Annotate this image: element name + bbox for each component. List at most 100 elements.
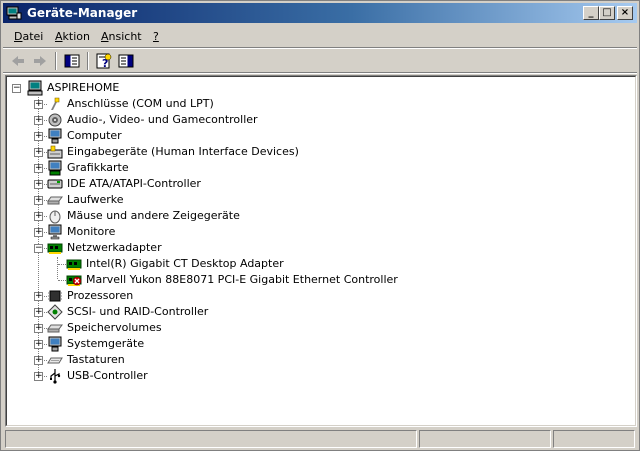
network-card-error-icon: [66, 275, 82, 286]
keyboard-icon: [47, 357, 63, 364]
disk-drive-icon: [47, 196, 63, 205]
processor-icon: [48, 290, 62, 302]
back-arrow-icon[interactable]: [9, 52, 27, 70]
tree-item-label: Speichervolumes: [67, 321, 162, 334]
tree-item-label: IDE ATA/ATAPI-Controller: [67, 177, 201, 190]
menu-separator: [3, 47, 637, 49]
mouse-icon: [49, 210, 61, 224]
ide-controller-icon: [47, 179, 63, 189]
computer-icon: [48, 128, 62, 144]
status-cell-main: [5, 430, 417, 448]
device-tree[interactable]: − ASPIREHOME + Anschlüsse (COM und LPT) + A…: [5, 75, 637, 427]
expand-expander[interactable]: +: [34, 212, 43, 221]
device-manager-icon: [6, 6, 22, 20]
expand-expander[interactable]: +: [34, 180, 43, 189]
expand-expander[interactable]: +: [34, 116, 43, 125]
tree-item[interactable]: + Audio-, Video- und Gamecontroller: [7, 112, 607, 128]
tree-item-label: Prozessoren: [67, 289, 134, 302]
audio-icon: [48, 113, 62, 127]
tree-item[interactable]: + SCSI- und RAID-Controller: [7, 304, 607, 320]
minimize-button[interactable]: _: [583, 6, 599, 20]
expand-expander[interactable]: +: [34, 196, 43, 205]
menu-ansicht[interactable]: Ansicht: [101, 30, 142, 43]
scsi-icon: [47, 304, 63, 320]
tree-item[interactable]: + USB-Controller: [7, 368, 607, 384]
window-title: Geräte-Manager: [27, 6, 138, 20]
tree-item[interactable]: + Speichervolumes: [7, 320, 607, 336]
tree-child-label: Intel(R) Gigabit CT Desktop Adapter: [86, 257, 284, 270]
expand-expander[interactable]: +: [34, 228, 43, 237]
expand-expander[interactable]: +: [34, 164, 43, 173]
tree-item-label: Computer: [67, 129, 122, 142]
tree-item-label: Mäuse und andere Zeigegeräte: [67, 209, 240, 222]
title-bar[interactable]: Geräte-Manager _ □ ×: [3, 3, 637, 23]
expand-expander[interactable]: +: [34, 100, 43, 109]
device-manager-window: Geräte-Manager _ □ × Datei Aktion Ansich…: [0, 0, 640, 451]
show-hide-action-pane-icon[interactable]: [117, 52, 135, 70]
computer-icon: [27, 80, 43, 96]
tree-item[interactable]: + Prozessoren: [7, 288, 607, 304]
tree-item[interactable]: − Netzwerkadapter: [7, 240, 607, 256]
collapse-expander[interactable]: −: [34, 244, 43, 253]
hid-icon: [47, 145, 63, 159]
tree-item[interactable]: + Eingabegeräte (Human Interface Devices): [7, 144, 607, 160]
usb-icon: [50, 369, 61, 384]
tree-root[interactable]: − ASPIREHOME: [7, 80, 607, 96]
help-properties-icon[interactable]: ?: [95, 52, 113, 70]
tree-item[interactable]: + Computer: [7, 128, 607, 144]
display-adapter-icon: [48, 160, 62, 176]
tree-child-item[interactable]: Marvell Yukon 88E8071 PCI-E Gigabit Ethe…: [7, 272, 607, 288]
tree-connector: [58, 264, 66, 265]
menu-bar: Datei Aktion Ansicht ?: [3, 25, 637, 47]
port-icon: [51, 97, 60, 110]
tree-item-label: SCSI- und RAID-Controller: [67, 305, 209, 318]
menu-help[interactable]: ?: [153, 30, 159, 43]
expand-expander[interactable]: +: [34, 340, 43, 349]
tree-item-label: Grafikkarte: [67, 161, 129, 174]
status-cell-2: [419, 430, 551, 448]
tree-child-label: Marvell Yukon 88E8071 PCI-E Gigabit Ethe…: [86, 273, 398, 286]
tree-item[interactable]: + Systemgeräte: [7, 336, 607, 352]
close-button[interactable]: ×: [617, 6, 633, 20]
device-tree-inner: − ASPIREHOME + Anschlüsse (COM und LPT) + A…: [6, 76, 636, 426]
tree-item[interactable]: + Tastaturen: [7, 352, 607, 368]
tree-item-label: Anschlüsse (COM und LPT): [67, 97, 214, 110]
tree-item-label: Eingabegeräte (Human Interface Devices): [67, 145, 299, 158]
expand-expander[interactable]: +: [34, 308, 43, 317]
tree-item[interactable]: + Mäuse und andere Zeigegeräte: [7, 208, 607, 224]
tree-item-label: Tastaturen: [67, 353, 125, 366]
tree-item[interactable]: + Grafikkarte: [7, 160, 607, 176]
network-adapter-icon: [47, 243, 63, 254]
tree-item[interactable]: + IDE ATA/ATAPI-Controller: [7, 176, 607, 192]
maximize-button[interactable]: □: [599, 6, 615, 20]
tree-item-label: Netzwerkadapter: [67, 241, 162, 254]
expand-expander[interactable]: +: [34, 356, 43, 365]
toolbar-separator: [55, 52, 57, 70]
toolbar-separator: [87, 52, 89, 70]
toolbar: ?: [3, 50, 637, 72]
monitor-icon: [48, 224, 62, 240]
tree-item-label: USB-Controller: [67, 369, 148, 382]
tree-item[interactable]: + Monitore: [7, 224, 607, 240]
collapse-expander[interactable]: −: [12, 84, 21, 93]
expand-expander[interactable]: +: [34, 132, 43, 141]
system-device-icon: [48, 336, 62, 352]
expand-expander[interactable]: +: [34, 324, 43, 333]
expand-expander[interactable]: +: [34, 148, 43, 157]
tree-item[interactable]: + Laufwerke: [7, 192, 607, 208]
expand-expander[interactable]: +: [34, 292, 43, 301]
tree-item-label: Systemgeräte: [67, 337, 145, 350]
forward-arrow-icon[interactable]: [31, 52, 49, 70]
status-cell-3: [553, 430, 635, 448]
tree-item-label: Laufwerke: [67, 193, 124, 206]
tree-item-label: Monitore: [67, 225, 116, 238]
menu-datei[interactable]: Datei: [14, 30, 43, 43]
show-hide-console-tree-icon[interactable]: [63, 52, 81, 70]
tree-root-label: ASPIREHOME: [47, 81, 120, 94]
status-bar: [3, 430, 637, 450]
tree-item[interactable]: + Anschlüsse (COM und LPT): [7, 96, 607, 112]
tree-child-item[interactable]: Intel(R) Gigabit CT Desktop Adapter: [7, 256, 607, 272]
network-card-icon: [66, 259, 82, 270]
expand-expander[interactable]: +: [34, 372, 43, 381]
menu-aktion[interactable]: Aktion: [55, 30, 90, 43]
